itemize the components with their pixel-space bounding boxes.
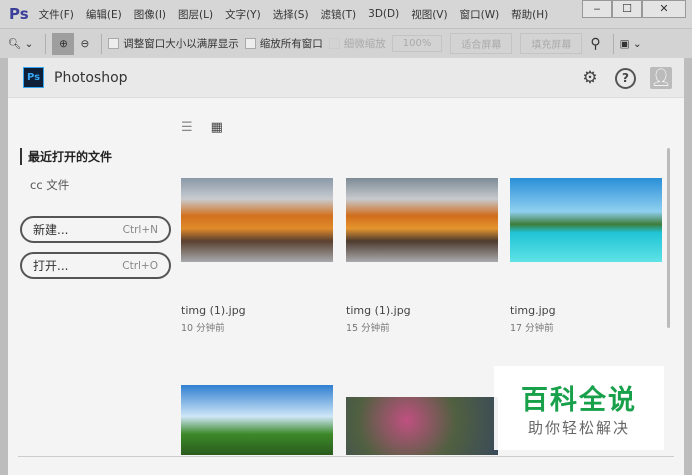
menu-layer[interactable]: 图层(L) <box>178 7 213 22</box>
divider <box>18 456 674 457</box>
maximize-button[interactable]: ☐ <box>612 0 642 18</box>
checkbox-label: 调整窗口大小以满屏显示 <box>123 38 239 50</box>
menu-filter[interactable]: 滤镜(T) <box>321 7 357 22</box>
resize-windows-checkbox[interactable]: 调整窗口大小以满屏显示 <box>108 36 239 51</box>
menu-view[interactable]: 视图(V) <box>411 7 447 22</box>
checkbox-box[interactable] <box>328 38 340 49</box>
file-thumbnail[interactable] <box>181 385 333 455</box>
file-thumbnail[interactable] <box>510 178 662 262</box>
sidebar: 最近打开的文件 cc 文件 新建... Ctrl+N 打开... Ctrl+O <box>20 148 171 279</box>
zoom-all-checkbox[interactable]: 缩放所有窗口 <box>244 36 323 51</box>
search-icon[interactable]: ⚲ <box>590 36 600 52</box>
sidebar-item-cc-files[interactable]: cc 文件 <box>30 177 171 193</box>
open-button[interactable]: 打开... Ctrl+O <box>20 252 171 279</box>
menu-select[interactable]: 选择(S) <box>273 7 309 22</box>
ps-logo: Ps <box>9 5 29 23</box>
file-card[interactable] <box>181 385 333 455</box>
menu-edit[interactable]: 编辑(E) <box>86 7 122 22</box>
file-time: 15 分钟前 <box>346 323 390 334</box>
scrubby-zoom-checkbox[interactable]: 细微缩放 <box>328 36 386 51</box>
new-button[interactable]: 新建... Ctrl+N <box>20 216 171 243</box>
workspace-icon[interactable]: ▣ ⌄ <box>620 38 642 50</box>
file-time: 10 分钟前 <box>181 323 225 334</box>
menu-help[interactable]: 帮助(H) <box>511 7 548 22</box>
checkbox-box[interactable] <box>108 38 120 49</box>
divider <box>612 33 614 54</box>
file-thumbnail[interactable] <box>346 178 498 262</box>
watermark: 百科全说 助你轻松解决 <box>494 366 664 450</box>
start-header: Ps Photoshop ⚙ ? 👤︎ <box>8 58 684 98</box>
zoom-out-icon[interactable]: ⊖ <box>80 38 89 50</box>
fill-screen-button[interactable]: 填充屏幕 <box>520 33 583 54</box>
watermark-title: 百科全说 <box>521 385 637 416</box>
zoom-tool-icon[interactable]: 🔍︎ ⌄ <box>8 37 33 50</box>
fit-screen-button[interactable]: 适合屏幕 <box>450 33 513 54</box>
file-card[interactable] <box>346 397 498 455</box>
checkbox-label: 细微缩放 <box>343 38 386 50</box>
menu-image[interactable]: 图像(I) <box>134 7 166 22</box>
file-time: 17 分钟前 <box>510 323 554 334</box>
menu-bar: Ps 文件(F) 编辑(E) 图像(I) 图层(L) 文字(Y) 选择(S) 滤… <box>0 0 692 28</box>
divider <box>101 33 103 54</box>
file-card[interactable]: timg.jpg 17 分钟前 <box>510 178 662 334</box>
minimize-button[interactable]: ‒ <box>582 0 612 18</box>
app-title: Photoshop <box>54 69 128 86</box>
photoshop-logo: Ps <box>23 67 44 88</box>
open-label: 打开... <box>33 259 69 273</box>
zoom-100-button[interactable]: 100% <box>391 35 443 52</box>
close-button[interactable]: ✕ <box>642 0 686 18</box>
new-label: 新建... <box>33 223 69 237</box>
scrollbar[interactable] <box>667 148 670 328</box>
checkbox-box[interactable] <box>244 38 256 49</box>
options-bar: 🔍︎ ⌄ ⊕ ⊖ 调整窗口大小以满屏显示 缩放所有窗口 细微缩放 100% 适合… <box>0 28 692 58</box>
file-name: timg (1).jpg <box>346 304 411 317</box>
open-shortcut: Ctrl+O <box>122 259 158 272</box>
watermark-subtitle: 助你轻松解决 <box>527 419 630 437</box>
sidebar-item-recent[interactable]: 最近打开的文件 <box>20 148 171 165</box>
zoom-in-icon[interactable]: ⊕ <box>52 32 75 55</box>
menu-type[interactable]: 文字(Y) <box>225 7 261 22</box>
help-icon[interactable]: ? <box>615 67 636 89</box>
gear-icon[interactable]: ⚙ <box>579 67 601 89</box>
divider <box>45 33 47 54</box>
file-card[interactable]: timg (1).jpg 15 分钟前 <box>346 178 498 334</box>
checkbox-label: 缩放所有窗口 <box>259 38 323 50</box>
grid-view-icon[interactable]: ▦ <box>211 120 223 135</box>
file-name: timg (1).jpg <box>181 304 246 317</box>
avatar[interactable]: 👤︎ <box>650 67 672 89</box>
file-name: timg.jpg <box>510 304 556 317</box>
menu-file[interactable]: 文件(F) <box>39 7 74 22</box>
file-thumbnail[interactable] <box>181 178 333 262</box>
file-card[interactable]: timg (1).jpg 10 分钟前 <box>181 178 333 334</box>
new-shortcut: Ctrl+N <box>122 223 158 236</box>
menu-window[interactable]: 窗口(W) <box>460 7 500 22</box>
file-thumbnail[interactable] <box>346 397 498 455</box>
list-view-icon[interactable]: ☰ <box>181 120 193 135</box>
menu-3d[interactable]: 3D(D) <box>368 8 399 20</box>
